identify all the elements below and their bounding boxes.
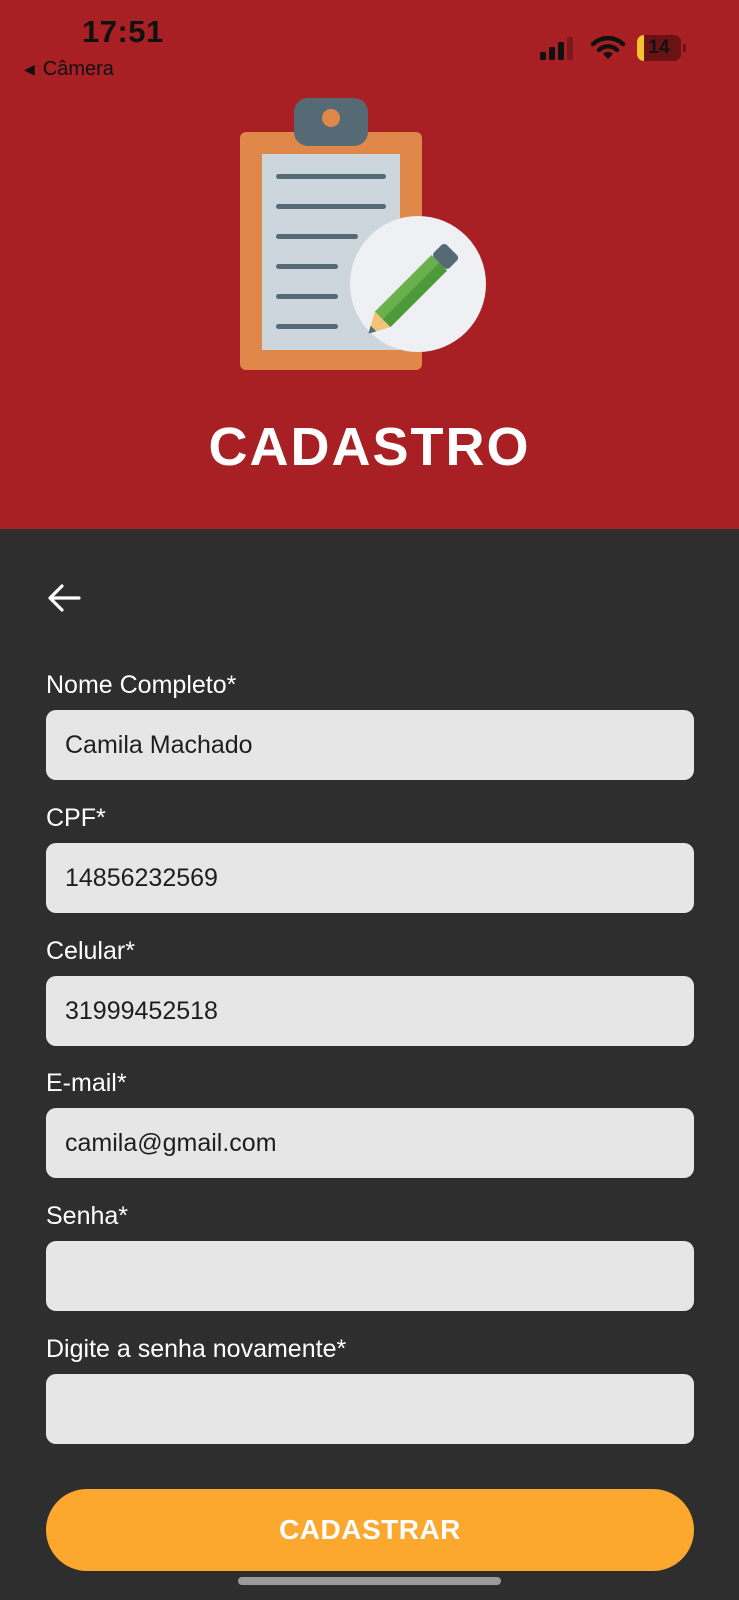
confirm-password-label: Digite a senha novamente* — [46, 1335, 347, 1363]
full-name-label: Nome Completo* — [46, 671, 237, 699]
battery-cap — [683, 44, 686, 52]
status-time: 17:51 — [82, 14, 164, 49]
register-button[interactable]: CADASTRAR — [46, 1489, 694, 1571]
password-label: Senha* — [46, 1202, 129, 1230]
wifi-icon — [590, 33, 626, 66]
cpf-label: CPF* — [46, 804, 106, 832]
email-input[interactable]: camila@gmail.com — [46, 1108, 694, 1178]
cellular-signal-icon — [540, 36, 576, 65]
password-input[interactable] — [46, 1241, 694, 1311]
full-name-input[interactable]: Camila Machado — [46, 710, 694, 780]
confirm-password-input[interactable] — [46, 1374, 694, 1444]
back-to-camera-label: Câmera — [42, 58, 114, 80]
battery-icon: 14 — [637, 35, 686, 61]
header: 17:51 ◀ Câmera 14 CADASTRO — [0, 0, 739, 529]
back-triangle-icon: ◀ — [24, 61, 35, 77]
phone-label: Celular* — [46, 937, 135, 965]
clipboard-pencil-icon — [236, 96, 506, 386]
battery-level: 14 — [648, 37, 670, 58]
cpf-input[interactable]: 14856232569 — [46, 843, 694, 913]
back-to-camera-link[interactable]: ◀ Câmera — [24, 58, 114, 81]
battery-body: 14 — [637, 35, 681, 61]
phone-input[interactable]: 31999452518 — [46, 976, 694, 1046]
home-indicator[interactable] — [238, 1577, 501, 1585]
email-label: E-mail* — [46, 1069, 127, 1097]
arrow-left-icon — [47, 583, 81, 618]
back-button[interactable] — [40, 578, 88, 622]
page-title: CADASTRO — [208, 417, 531, 477]
